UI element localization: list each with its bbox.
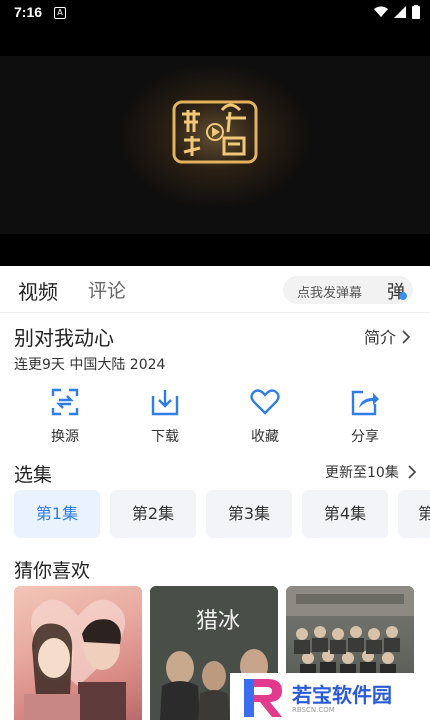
- switch-source-label: 换源: [51, 429, 79, 445]
- status-bar: 7:16 A: [0, 0, 430, 26]
- share-button[interactable]: 分享: [325, 386, 405, 446]
- download-icon: [151, 390, 179, 416]
- chevron-right-icon: [402, 330, 411, 344]
- episodes-title: 选集: [14, 464, 53, 486]
- status-time: 7:16: [14, 4, 43, 20]
- signal-icon: [394, 6, 406, 18]
- chevron-right-icon: [408, 465, 417, 479]
- episode-item[interactable]: 第: [398, 490, 430, 538]
- episodes-update-label: 更新至10集: [325, 465, 399, 481]
- episodes-update-link[interactable]: 更新至10集: [325, 462, 417, 482]
- player-top-bar: [0, 26, 430, 56]
- episode-item[interactable]: 第1集: [14, 490, 100, 538]
- site-logo-icon: [172, 100, 258, 164]
- recommend-thumb[interactable]: [14, 586, 142, 720]
- intro-label: 简介: [364, 328, 397, 347]
- action-row: 换源 下载 收藏 分享: [0, 386, 430, 450]
- episode-list: 第1集 第2集 第3集 第4集 第: [14, 490, 430, 540]
- wifi-icon: [374, 6, 388, 17]
- intro-link[interactable]: 简介: [364, 324, 411, 348]
- danmu-placeholder: 点我发弹幕: [297, 286, 363, 301]
- share-icon: [351, 390, 379, 416]
- poster-image: [24, 599, 126, 720]
- favorite-button[interactable]: 收藏: [225, 386, 305, 446]
- show-title: 别对我动心: [14, 326, 114, 350]
- danmu-status-dot: [399, 292, 407, 300]
- danmu-input[interactable]: 点我发弹幕 弹: [283, 276, 413, 304]
- download-label: 下载: [151, 429, 179, 445]
- switch-source-button[interactable]: 换源: [25, 386, 105, 446]
- watermark-subtext: RBSCN.COM: [292, 706, 335, 714]
- watermark: 若宝软件园 RBSCN.COM: [230, 673, 430, 720]
- episode-item[interactable]: 第2集: [110, 490, 196, 538]
- battery-icon: [412, 5, 420, 19]
- favorite-label: 收藏: [251, 429, 279, 445]
- heart-icon: [250, 389, 280, 415]
- watermark-text: 若宝软件园: [292, 683, 392, 707]
- danmu-toggle-button[interactable]: 弹: [387, 278, 405, 304]
- show-meta: 连更9天 中国大陆 2024: [14, 357, 166, 373]
- player-bottom-bar: [0, 234, 430, 266]
- video-player[interactable]: [0, 26, 430, 266]
- switch-source-icon: [51, 388, 79, 416]
- episode-item[interactable]: 第3集: [206, 490, 292, 538]
- watermark-logo-icon: [244, 679, 282, 717]
- tab-comments[interactable]: 评论: [88, 276, 126, 303]
- episode-item[interactable]: 第4集: [302, 490, 388, 538]
- recommend-title: 猜你喜欢: [14, 560, 91, 582]
- notification-icon: A: [54, 7, 66, 19]
- share-label: 分享: [351, 429, 379, 445]
- status-icons: [374, 5, 420, 19]
- download-button[interactable]: 下载: [125, 386, 205, 446]
- poster-title-text: 猎冰: [196, 609, 240, 634]
- tab-video[interactable]: 视频: [18, 276, 58, 305]
